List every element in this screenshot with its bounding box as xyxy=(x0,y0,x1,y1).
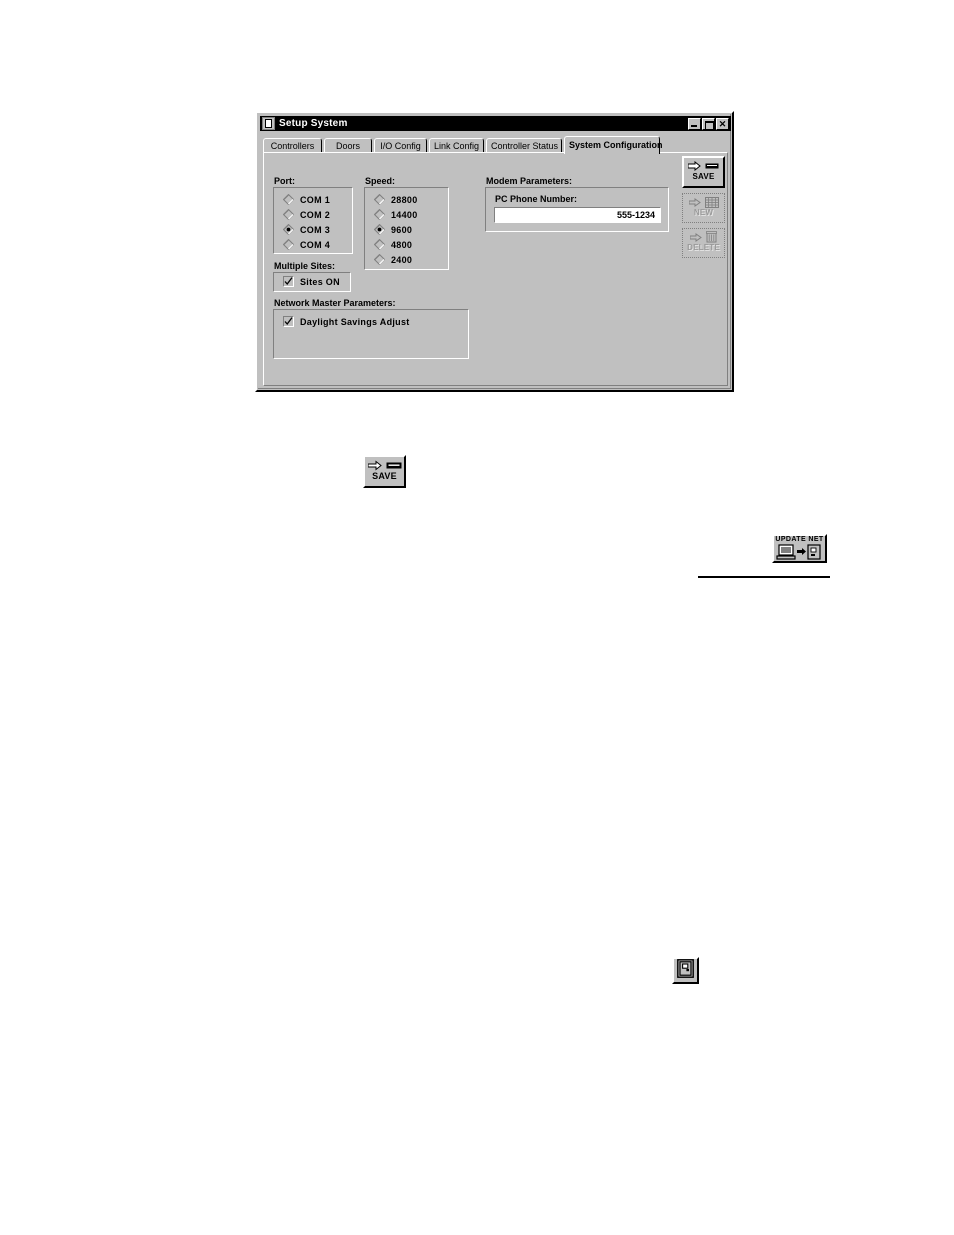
figure-door-button[interactable] xyxy=(672,957,699,984)
tab-link-config[interactable]: Link Config xyxy=(429,138,484,153)
checkbox-label-daylight-savings-adjust: Daylight Savings Adjust xyxy=(300,316,410,327)
new-button[interactable]: NEW xyxy=(682,193,725,223)
radio-diamond-icon xyxy=(374,209,385,220)
network-master-parameters-label: Network Master Parameters: xyxy=(274,298,396,308)
save-button-label: SAVE xyxy=(692,172,715,181)
close-icon: ✕ xyxy=(718,118,727,129)
radio-label-speed-2400: 2400 xyxy=(391,254,413,265)
checkbox-checked-icon xyxy=(283,276,294,287)
close-button[interactable]: ✕ xyxy=(716,117,729,130)
radio-label-com-4: COM 4 xyxy=(300,239,331,250)
delete-button-label: DELETE xyxy=(687,243,720,252)
window-controls: ✕ xyxy=(688,117,729,130)
figure-save-button[interactable]: SAVE xyxy=(363,455,406,488)
figure-underline-rule xyxy=(698,576,830,578)
tab-system-configuration[interactable]: System Configuration xyxy=(564,136,663,154)
checkbox-checked-icon xyxy=(283,316,294,327)
radio-com-1[interactable]: COM 1 xyxy=(283,193,330,206)
checkbox-daylight-savings-adjust[interactable]: Daylight Savings Adjust xyxy=(283,315,410,328)
window-title: Setup System xyxy=(279,118,348,129)
window-menu-icon[interactable] xyxy=(262,117,275,130)
radio-com-2[interactable]: COM 2 xyxy=(283,208,330,221)
radio-label-com-1: COM 1 xyxy=(300,194,331,205)
radio-com-3[interactable]: COM 3 xyxy=(283,223,330,236)
delete-button[interactable]: DELETE xyxy=(682,228,725,258)
radio-diamond-icon xyxy=(283,209,294,220)
radio-diamond-icon xyxy=(283,194,294,205)
new-icon xyxy=(688,196,719,208)
modem-parameters-label: Modem Parameters: xyxy=(486,176,573,186)
maximize-button[interactable] xyxy=(702,117,715,130)
multiple-sites-label: Multiple Sites: xyxy=(274,261,336,271)
figure-update-net-label: UPDATE NET xyxy=(775,536,824,543)
radio-com-4[interactable]: COM 4 xyxy=(283,238,330,251)
save-icon xyxy=(367,459,402,471)
radio-label-speed-14400: 14400 xyxy=(391,209,418,220)
checkbox-label-sites-on: Sites ON xyxy=(300,276,340,287)
radio-label-speed-4800: 4800 xyxy=(391,239,413,250)
tab-io-config[interactable]: I/O Config xyxy=(374,138,427,153)
tab-strip: Controllers Doors I/O Config Link Config… xyxy=(263,136,728,154)
radio-speed-2400[interactable]: 2400 xyxy=(374,253,412,266)
radio-diamond-icon xyxy=(374,239,385,250)
tab-controller-status[interactable]: Controller Status xyxy=(486,138,562,153)
radio-diamond-icon xyxy=(374,194,385,205)
radio-diamond-icon xyxy=(374,254,385,265)
figure-update-net-button[interactable]: UPDATE NET xyxy=(772,534,827,563)
figure-save-button-label: SAVE xyxy=(372,471,397,481)
radio-label-speed-9600: 9600 xyxy=(391,224,413,235)
update-net-icon xyxy=(776,544,823,566)
tab-content-panel: Port: COM 1 COM 2 COM 3 COM 4 Speed: 288… xyxy=(263,152,728,386)
radio-diamond-selected-icon xyxy=(374,224,385,235)
setup-system-window: Setup System ✕ Controllers Doors I/O Con… xyxy=(255,111,734,392)
radio-label-com-2: COM 2 xyxy=(300,209,331,220)
radio-diamond-icon xyxy=(283,239,294,250)
minimize-button[interactable] xyxy=(688,117,701,130)
radio-diamond-selected-icon xyxy=(283,224,294,235)
radio-label-speed-28800: 28800 xyxy=(391,194,418,205)
radio-label-com-3: COM 3 xyxy=(300,224,331,235)
door-icon xyxy=(677,958,694,983)
port-group-label: Port: xyxy=(274,176,295,186)
pc-phone-number-input[interactable]: 555-1234 xyxy=(494,207,661,223)
pc-phone-number-label: PC Phone Number: xyxy=(495,194,578,204)
new-button-label: NEW xyxy=(693,208,714,217)
tab-controllers[interactable]: Controllers xyxy=(263,138,322,153)
checkbox-sites-on[interactable]: Sites ON xyxy=(283,275,340,288)
save-icon xyxy=(688,160,719,172)
radio-speed-28800[interactable]: 28800 xyxy=(374,193,418,206)
page-canvas: Setup System ✕ Controllers Doors I/O Con… xyxy=(0,0,954,1235)
title-bar: Setup System ✕ xyxy=(260,116,731,131)
window-inner-frame: Setup System ✕ Controllers Doors I/O Con… xyxy=(258,114,731,389)
radio-speed-14400[interactable]: 14400 xyxy=(374,208,418,221)
delete-icon xyxy=(690,231,717,243)
radio-speed-9600[interactable]: 9600 xyxy=(374,223,412,236)
radio-speed-4800[interactable]: 4800 xyxy=(374,238,412,251)
save-button[interactable]: SAVE xyxy=(682,156,725,188)
speed-group-label: Speed: xyxy=(365,176,396,186)
tab-doors[interactable]: Doors xyxy=(324,138,372,153)
